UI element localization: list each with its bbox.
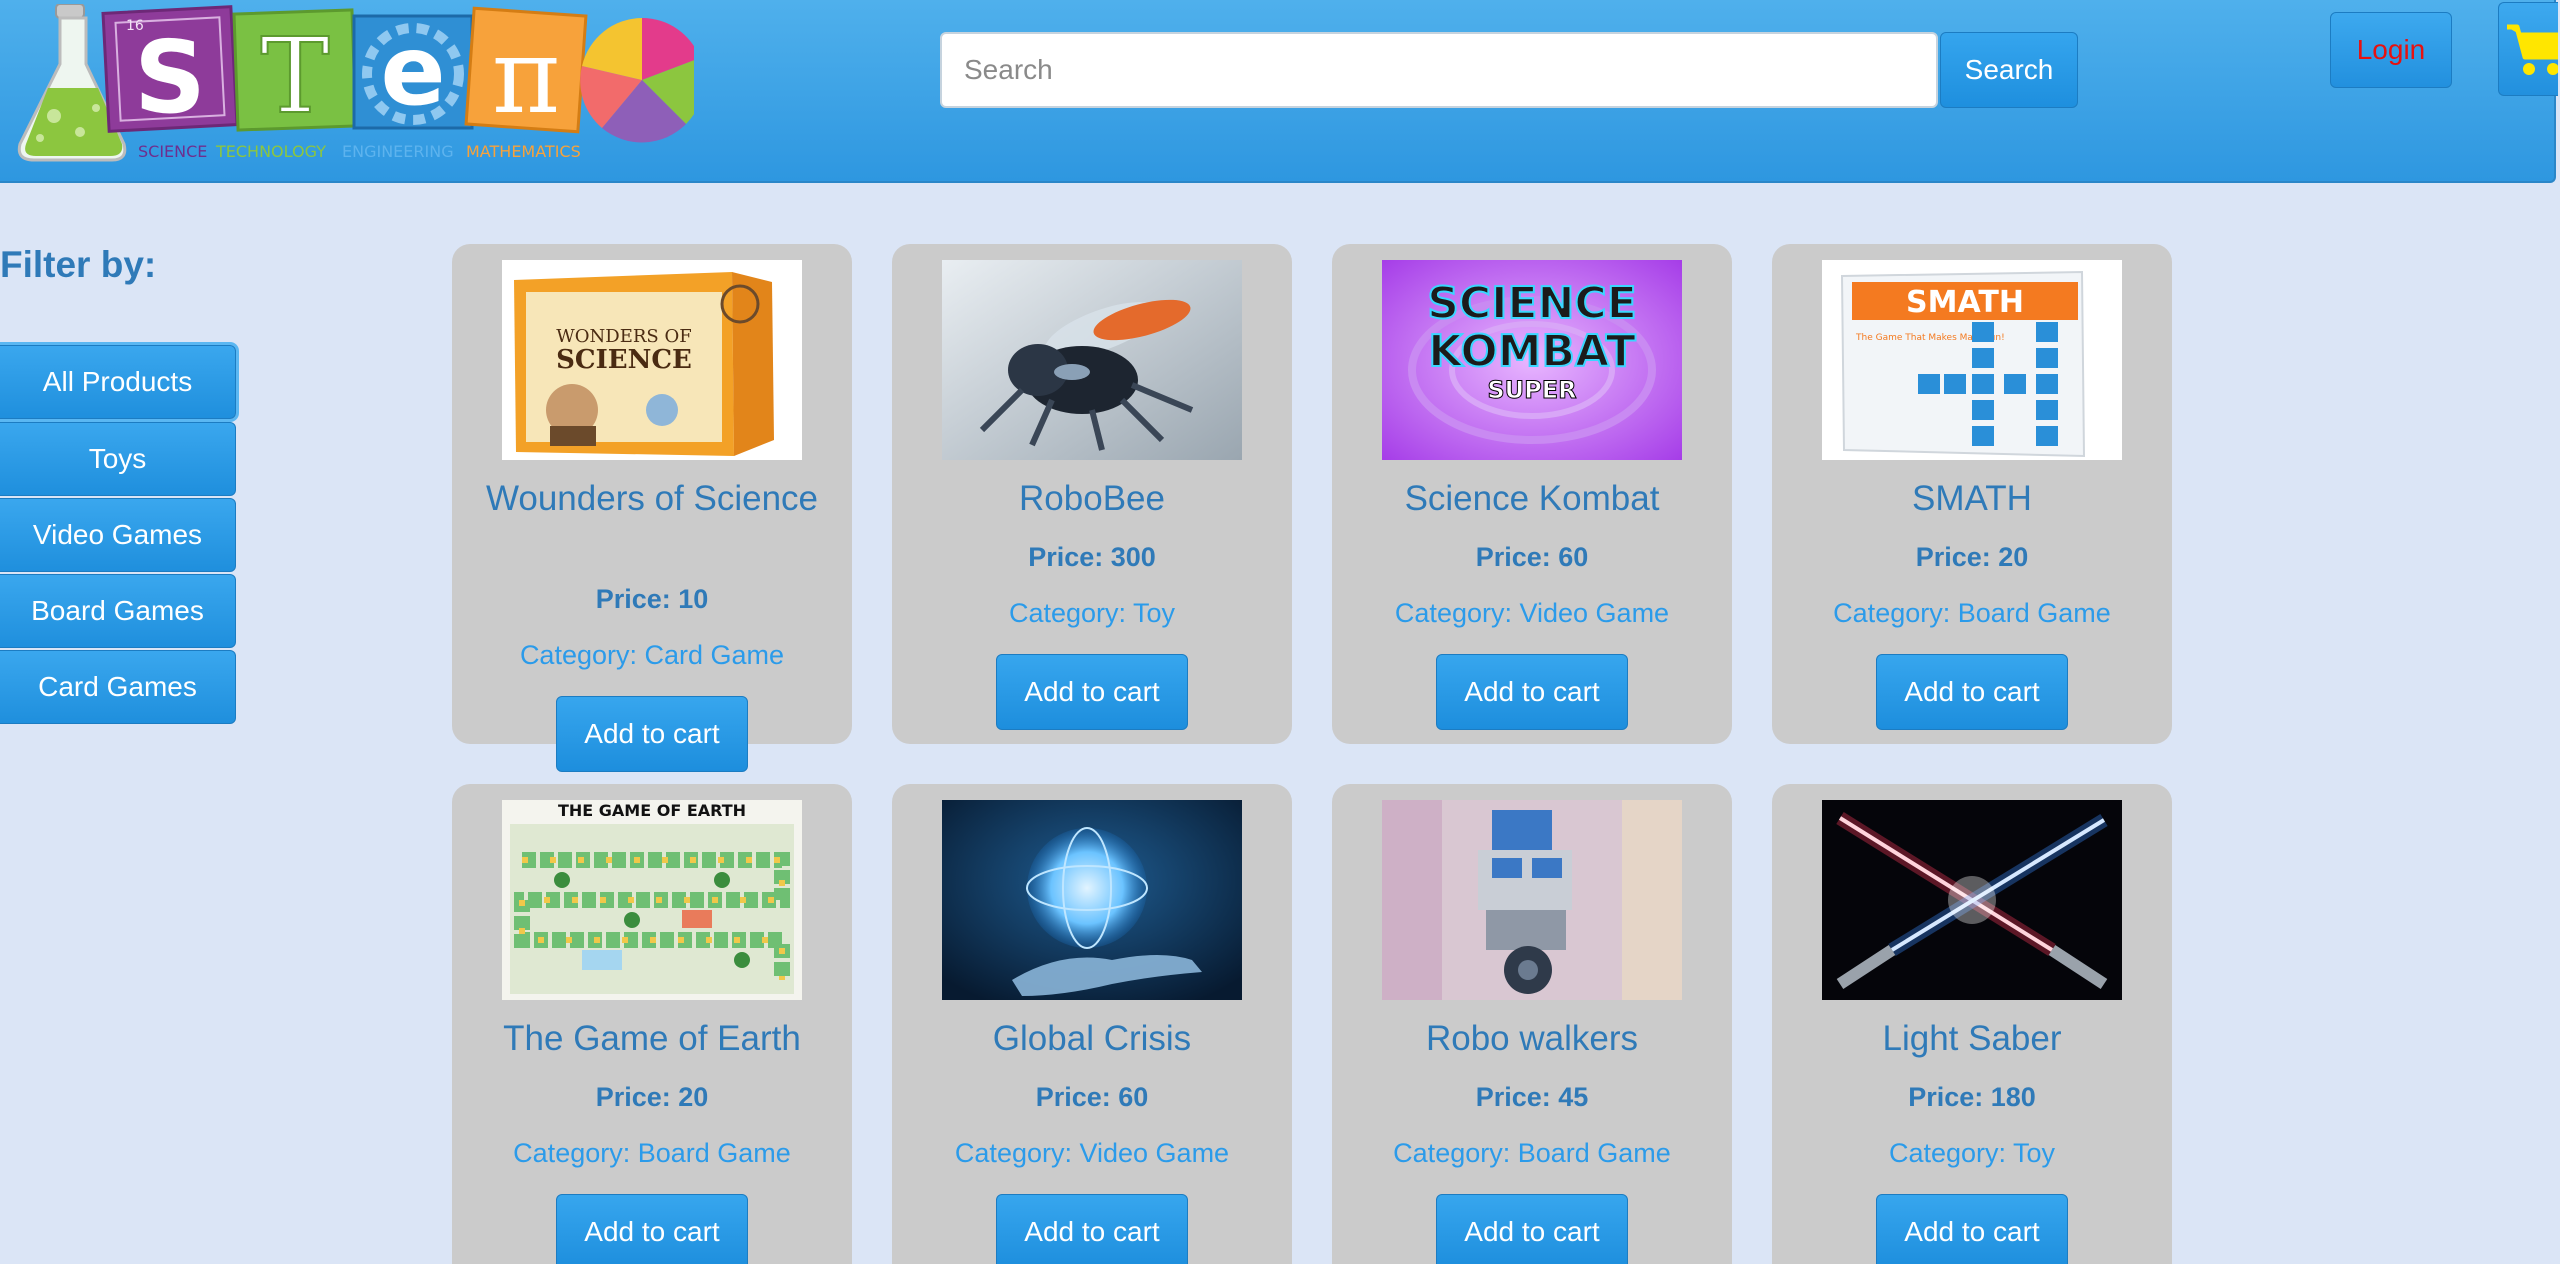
letter-pi-tile: π — [464, 6, 588, 137]
product-title: Light Saber — [1882, 1019, 2062, 1058]
product-card: Light Saber Price: 180 Category: Toy Add… — [1772, 784, 2172, 1264]
product-card: RoboBee Price: 300 Category: Toy Add to … — [892, 244, 1292, 744]
product-title: SMATH — [1912, 479, 2032, 518]
search-button[interactable]: Search — [1940, 32, 2078, 108]
filter-board-games-button[interactable]: Board Games — [0, 574, 236, 648]
product-card: Global Crisis Price: 60 Category: Video … — [892, 784, 1292, 1264]
filter-heading: Filter by: — [0, 244, 157, 285]
product-category: Category: Board Game — [513, 1138, 791, 1168]
svg-text:TECHNOLOGY: TECHNOLOGY — [215, 142, 326, 161]
search-input[interactable] — [940, 32, 1938, 108]
filter-all-products-button[interactable]: All Products — [0, 345, 236, 419]
svg-text:KOMBAT: KOMBAT — [1428, 326, 1636, 377]
product-image-smath[interactable]: SMATH The Game That Makes Math Fun! — [1822, 260, 2122, 460]
product-price: Price: 60 — [1035, 1082, 1149, 1112]
add-to-cart-button[interactable]: Add to cart — [996, 1194, 1188, 1264]
product-card: SCIENCE KOMBAT SUPER Science Kombat Pric… — [1332, 244, 1732, 744]
product-image-wonders-of-science[interactable]: WONDERS OF SCIENCE — [502, 260, 802, 460]
pie-icon — [580, 18, 694, 143]
product-card: SMATH The Game That Makes Math Fun! SMAT… — [1772, 244, 2172, 744]
product-image-robobee[interactable] — [942, 260, 1242, 460]
letter-e-tile: e — [352, 14, 474, 130]
stem-logo[interactable]: 16 S T e π SCIENCE TECHNOLOGY ENGINEERIN… — [14, 4, 694, 164]
site-header: 16 S T e π SCIENCE TECHNOLOGY ENGINEERIN… — [0, 0, 2558, 183]
product-price: Price: 60 — [1475, 542, 1589, 572]
letter-t-tile: T — [232, 8, 358, 138]
product-category: Category: Video Game — [1394, 598, 1670, 628]
shopping-cart-icon — [2507, 24, 2558, 75]
product-price: Price: 20 — [595, 1082, 709, 1112]
product-category: Category: Toy — [1008, 598, 1176, 628]
svg-text:THE GAME OF EARTH: THE GAME OF EARTH — [558, 801, 746, 820]
svg-text:MATHEMATICS: MATHEMATICS — [466, 142, 581, 161]
product-title: Science Kombat — [1404, 479, 1660, 518]
product-title: RoboBee — [1019, 479, 1165, 518]
product-title: Global Crisis — [992, 1019, 1192, 1058]
product-price: Price: 10 — [595, 584, 709, 614]
svg-text:e: e — [380, 15, 445, 127]
login-button[interactable]: Login — [2330, 12, 2452, 88]
product-image-light-saber[interactable] — [1822, 800, 2122, 1000]
product-image-global-crisis[interactable] — [942, 800, 1242, 1000]
product-price: Price: 20 — [1915, 542, 2029, 572]
product-category: Category: Board Game — [1833, 598, 2111, 628]
product-category: Category: Video Game — [954, 1138, 1230, 1168]
product-price: Price: 45 — [1475, 1082, 1589, 1112]
product-card: WONDERS OF SCIENCE Wounders of Science P… — [452, 244, 852, 772]
add-to-cart-button[interactable]: Add to cart — [1876, 654, 2068, 730]
product-price: Price: 180 — [1908, 1082, 2036, 1112]
svg-text:SMATH: SMATH — [1906, 285, 2024, 320]
filter-card-games-button[interactable]: Card Games — [0, 650, 236, 724]
svg-text:ENGINEERING: ENGINEERING — [342, 142, 454, 161]
product-title: Wounders of Science — [485, 479, 819, 518]
svg-text:SCIENCE: SCIENCE — [556, 345, 692, 375]
svg-text:S: S — [134, 19, 206, 136]
add-to-cart-button[interactable]: Add to cart — [556, 1194, 748, 1264]
add-to-cart-button[interactable]: Add to cart — [1436, 1194, 1628, 1264]
product-price: Price: 300 — [1028, 542, 1156, 572]
product-image-game-of-earth[interactable]: THE GAME OF EARTH — [502, 800, 802, 1000]
product-category: Category: Toy — [1888, 1138, 2056, 1168]
svg-text:SUPER: SUPER — [1487, 376, 1576, 404]
add-to-cart-button[interactable]: Add to cart — [556, 696, 748, 772]
product-title: The Game of Earth — [503, 1019, 801, 1058]
svg-text:π: π — [492, 15, 560, 137]
svg-text:SCIENCE: SCIENCE — [138, 142, 207, 161]
product-card: Robo walkers Price: 45 Category: Board G… — [1332, 784, 1732, 1264]
product-card: THE GAME OF EARTH The Game of Earth Pric… — [452, 784, 852, 1264]
product-title: Robo walkers — [1425, 1019, 1639, 1058]
product-image-robo-walkers[interactable] — [1382, 800, 1682, 1000]
letter-s-tile: 16 S — [101, 5, 239, 136]
add-to-cart-button[interactable]: Add to cart — [1436, 654, 1628, 730]
svg-text:SCIENCE: SCIENCE — [1427, 278, 1637, 329]
add-to-cart-button[interactable]: Add to cart — [996, 654, 1188, 730]
filter-toys-button[interactable]: Toys — [0, 422, 236, 496]
add-to-cart-button[interactable]: Add to cart — [1876, 1194, 2068, 1264]
svg-text:WONDERS OF: WONDERS OF — [556, 326, 691, 347]
product-category: Category: Board Game — [1393, 1138, 1671, 1168]
filter-video-games-button[interactable]: Video Games — [0, 498, 236, 572]
product-category: Category: Card Game — [519, 640, 785, 670]
cart-button[interactable] — [2498, 2, 2558, 96]
product-image-science-kombat[interactable]: SCIENCE KOMBAT SUPER — [1382, 260, 1682, 460]
svg-text:T: T — [260, 15, 329, 137]
